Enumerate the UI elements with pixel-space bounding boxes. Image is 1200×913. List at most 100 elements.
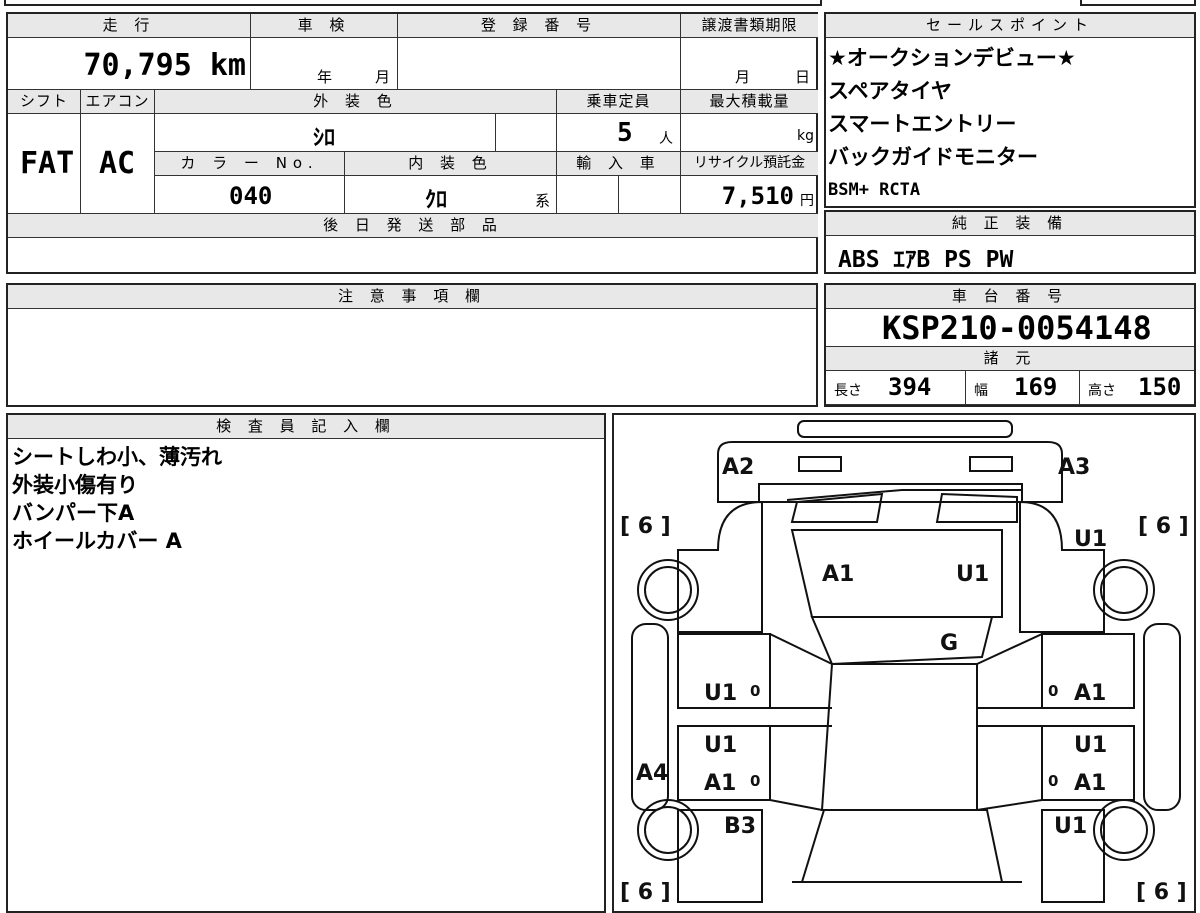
mark-zero-rr: 0	[1048, 772, 1058, 790]
sales-points-list: ★オークションデビュー★ スペアタイヤ スマートエントリー バックガイドモニター…	[826, 42, 1076, 207]
import-cell-a	[557, 176, 619, 214]
width-cell: 幅 169	[966, 371, 1080, 405]
length-value: 394	[888, 373, 932, 401]
mark-zero-lr: 0	[750, 772, 760, 790]
registration-cell	[398, 38, 681, 90]
transfer-day-label: 日	[795, 68, 811, 86]
later-parts-header: 後 日 発 送 部 品	[8, 214, 818, 238]
interior-color-cell: ｸﾛ 系	[345, 176, 557, 214]
inspection-year-label: 年	[317, 68, 333, 86]
sales-point-item: バックガイドモニター	[828, 145, 1038, 169]
notes-box: 注 意 事 項 欄	[6, 283, 818, 407]
transfer-month-label: 月	[735, 68, 751, 86]
mark-a1-rf-door: A1	[1074, 681, 1106, 706]
recycle-value: 7,510	[721, 182, 794, 210]
mark-u1-lr-door: U1	[704, 733, 737, 758]
height-value: 150	[1138, 373, 1182, 401]
tire-left-rear	[637, 799, 699, 861]
equipment-header: 純 正 装 備	[826, 212, 1194, 236]
capacity-value: 5	[617, 118, 633, 148]
inspector-notes-list: シートしわ小、薄汚れ 外装小傷有り バンパー下A ホイールカバー A	[8, 443, 222, 555]
vehicle-diagram-box: [ 6 ] [ 6 ] [ 6 ] [ 6 ] A2 A3 A1 U1 G U1…	[612, 413, 1196, 913]
mark-u1-right-front: U1	[1074, 527, 1107, 552]
left-front-fender	[677, 500, 763, 633]
tire-label-rr: [ 6 ]	[1136, 880, 1187, 905]
color-no-cell: 040	[155, 176, 345, 214]
mark-u1-lf-door: U1	[704, 681, 737, 706]
mark-g-windshield: G	[940, 631, 958, 656]
inspector-note-line: バンパー下A	[12, 501, 135, 525]
capacity-header: 乗車定員	[557, 90, 681, 114]
length-cell: 長さ 394	[826, 371, 966, 405]
mark-a4-left-sill: A4	[636, 761, 668, 786]
vehicle-diagram: [ 6 ] [ 6 ] [ 6 ] [ 6 ] A2 A3 A1 U1 G U1…	[620, 420, 1189, 905]
max-load-cell: kg	[681, 114, 818, 152]
inspector-note-line: シートしわ小、薄汚れ	[12, 445, 222, 469]
mark-b3-rear-left: B3	[724, 814, 756, 839]
mark-u1-rear-right: U1	[1054, 814, 1087, 839]
headlight-right	[969, 456, 1013, 472]
height-label: 高さ	[1088, 383, 1116, 399]
mark-a1-hood: A1	[822, 562, 854, 587]
tire-label-lf: [ 6 ]	[620, 514, 671, 539]
inspector-header: 検 査 員 記 入 欄	[8, 415, 604, 439]
inspection-header: 車 検	[251, 14, 398, 38]
mark-zero-lf: 0	[750, 682, 760, 700]
shift-cell: FAT	[8, 114, 81, 214]
chassis-number: KSP210-0054148	[882, 309, 1152, 347]
chassis-cell: KSP210-0054148	[826, 309, 1194, 347]
exterior-color-extra-cell	[496, 114, 557, 152]
capacity-cell: 5 人	[557, 114, 681, 152]
inspection-cell: 年 月	[251, 38, 398, 90]
mark-zero-rf: 0	[1048, 682, 1058, 700]
chassis-header: 車 台 番 号	[826, 285, 1194, 309]
shift-header: シフト	[8, 90, 81, 114]
sales-point-item: スペアタイヤ	[828, 79, 952, 103]
mark-u1-hood: U1	[956, 562, 989, 587]
import-cell-b	[619, 176, 681, 214]
mileage-cell: 70,795 km	[8, 38, 251, 90]
notes-header: 注 意 事 項 欄	[8, 285, 816, 309]
interior-color-value: ｸﾛ	[425, 188, 448, 213]
roof-panel	[820, 663, 978, 811]
front-bumper-shape	[797, 420, 1013, 438]
tire-label-lr: [ 6 ]	[620, 880, 671, 905]
width-value: 169	[1014, 373, 1058, 401]
recycle-unit: 円	[800, 193, 814, 209]
import-header: 輸 入 車	[557, 152, 681, 176]
capacity-unit: 人	[659, 131, 673, 147]
color-no-value: 040	[229, 182, 273, 210]
mark-a2: A2	[722, 455, 754, 480]
mark-a1-lr-door: A1	[704, 771, 736, 796]
exterior-color-cell: ｼﾛ	[155, 114, 496, 152]
main-info-table: 走 行 車 検 登 録 番 号 譲渡書類期限 70,795 km 年 月 月 日…	[6, 12, 818, 274]
sales-point-item: スマートエントリー	[828, 112, 1017, 136]
mark-a3: A3	[1058, 455, 1090, 480]
sales-points-box: セールスポイント ★オークションデビュー★ スペアタイヤ スマートエントリー バ…	[824, 12, 1196, 208]
right-sill	[1143, 623, 1181, 811]
chassis-box: 車 台 番 号 KSP210-0054148 諸 元 長さ 394 幅 169 …	[824, 283, 1196, 407]
sales-points-header: セールスポイント	[826, 14, 1194, 38]
max-load-header: 最大積載量	[681, 90, 818, 114]
color-no-header: カ ラ ー No.	[155, 152, 345, 176]
interior-color-suffix: 系	[535, 192, 551, 210]
height-cell: 高さ 150	[1080, 371, 1194, 405]
transfer-deadline-header: 譲渡書類期限	[681, 14, 818, 38]
inspector-note-line: ホイールカバー A	[12, 529, 182, 553]
mark-a1-rr-door: A1	[1074, 771, 1106, 796]
windshield	[810, 616, 994, 666]
max-load-unit: kg	[797, 128, 814, 144]
sales-point-item: BSM+ RCTA	[828, 180, 921, 200]
sales-point-item: ★オークションデビュー★	[828, 46, 1076, 70]
inspector-note-line: 外装小傷有り	[12, 473, 138, 497]
tire-left-front	[637, 559, 699, 621]
width-label: 幅	[974, 383, 988, 399]
inspection-month-label: 月	[375, 68, 391, 86]
mark-u1-rr-door: U1	[1074, 733, 1107, 758]
ac-cell: AC	[81, 114, 155, 214]
tire-label-rf: [ 6 ]	[1138, 514, 1189, 539]
ac-value: AC	[99, 146, 136, 181]
equipment-value: ABS ｴｱB PS PW	[838, 247, 1014, 273]
mileage-value: 70,795 km	[83, 48, 246, 83]
registration-header: 登 録 番 号	[398, 14, 681, 38]
